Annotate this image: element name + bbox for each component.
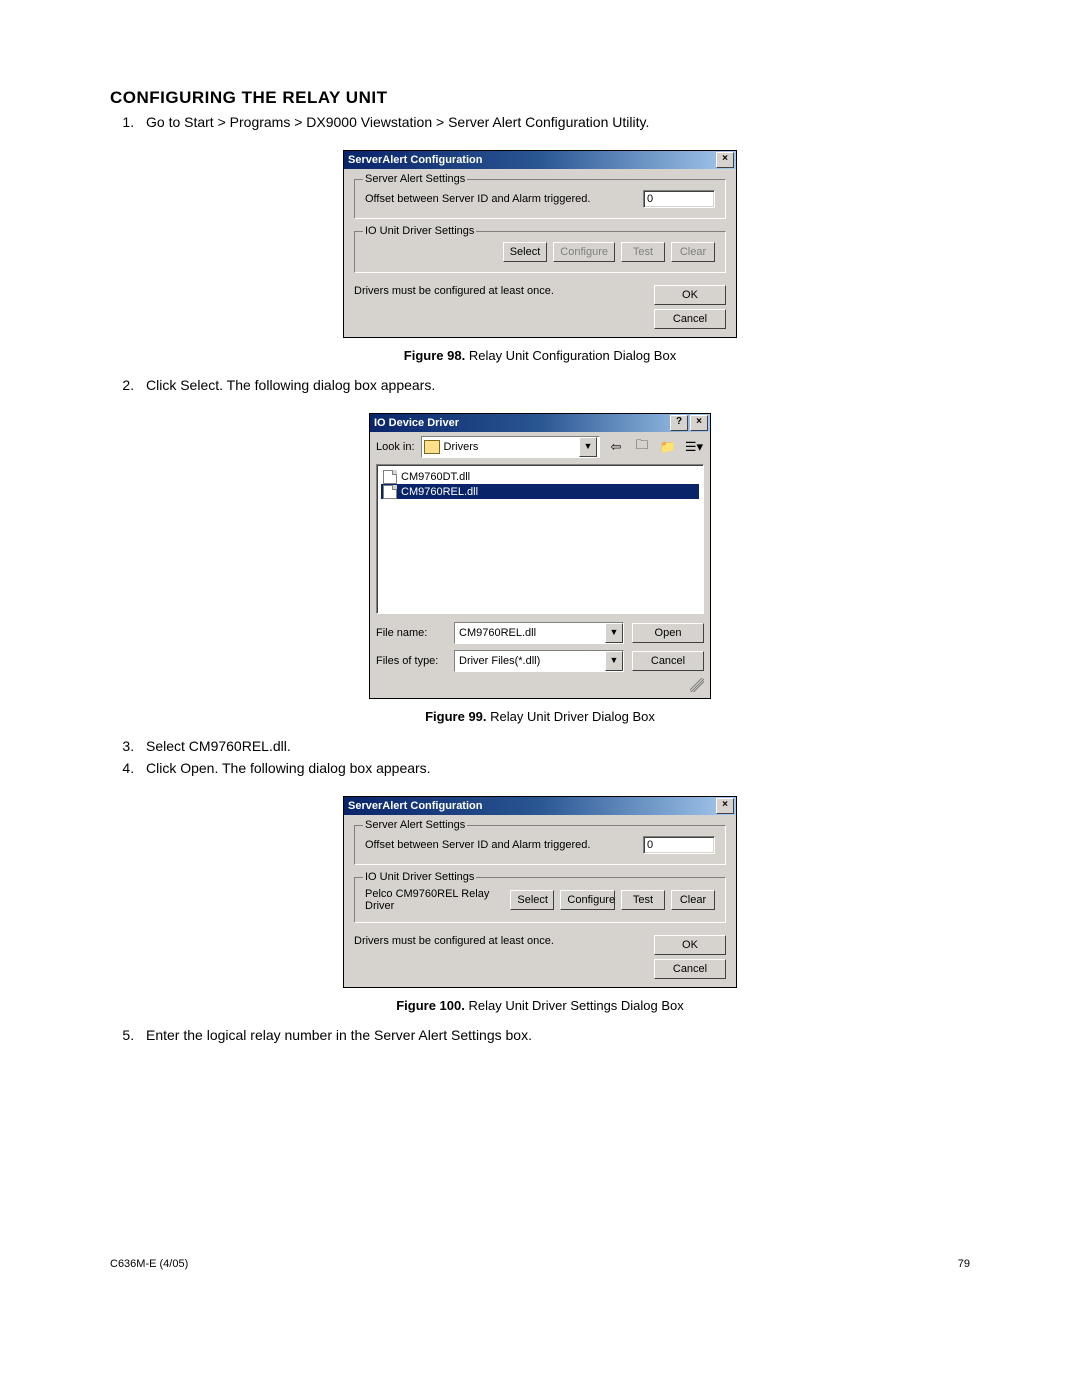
file-name: CM9760REL.dll	[401, 486, 478, 498]
chevron-down-icon[interactable]: ▼	[579, 437, 597, 457]
figure-label: Figure 100.	[396, 998, 465, 1013]
step-list: Select CM9760REL.dll. Click Open. The fo…	[118, 738, 970, 776]
folder-icon	[424, 440, 440, 454]
figure-text: Relay Unit Driver Settings Dialog Box	[468, 998, 683, 1013]
file-icon	[383, 485, 397, 499]
ok-button[interactable]: OK	[654, 285, 726, 305]
server-alert-settings-group: Server Alert Settings Offset between Ser…	[354, 179, 726, 219]
io-driver-settings-group: IO Unit Driver Settings Pelco CM9760REL …	[354, 877, 726, 923]
help-icon[interactable]: ?	[670, 415, 688, 431]
filetype-combo[interactable]: Driver Files(*.dll) ▼	[454, 650, 624, 672]
clear-button[interactable]: Clear	[671, 242, 715, 262]
titlebar: ServerAlert Configuration ×	[344, 797, 736, 815]
offset-label: Offset between Server ID and Alarm trigg…	[365, 839, 590, 851]
test-button[interactable]: Test	[621, 242, 665, 262]
lookin-value: Drivers	[444, 441, 479, 453]
titlebar: IO Device Driver ? ×	[370, 414, 710, 432]
step-2: Click Select. The following dialog box a…	[138, 377, 970, 393]
filetype-value: Driver Files(*.dll)	[455, 655, 605, 667]
up-folder-icon[interactable]: 🗀	[632, 437, 652, 457]
dialog-title: IO Device Driver	[374, 417, 459, 429]
titlebar: ServerAlert Configuration ×	[344, 151, 736, 169]
step-4: Click Open. The following dialog box app…	[138, 760, 970, 776]
configure-button[interactable]: Configure	[553, 242, 615, 262]
filename-label: File name:	[376, 627, 446, 639]
open-button[interactable]: Open	[632, 623, 704, 643]
group-legend: IO Unit Driver Settings	[363, 871, 476, 883]
chevron-down-icon[interactable]: ▼	[605, 623, 623, 643]
step-3: Select CM9760REL.dll.	[138, 738, 970, 754]
figure-100: ServerAlert Configuration × Server Alert…	[110, 796, 970, 1013]
offset-label: Offset between Server ID and Alarm trigg…	[365, 193, 590, 205]
test-button[interactable]: Test	[621, 890, 665, 910]
footer-left: C636M-E (4/05)	[110, 1258, 188, 1270]
filename-input[interactable]: CM9760REL.dll ▼	[454, 622, 624, 644]
io-driver-settings-group: IO Unit Driver Settings Select Configure…	[354, 231, 726, 273]
resize-grip-icon[interactable]	[690, 678, 704, 692]
dialog-title: ServerAlert Configuration	[348, 800, 482, 812]
figure-label: Figure 98.	[404, 348, 465, 363]
group-legend: Server Alert Settings	[363, 819, 467, 831]
io-device-driver-dialog: IO Device Driver ? × Look in: Drivers ▼ …	[369, 413, 711, 699]
close-icon[interactable]: ×	[690, 415, 708, 431]
figure-caption: Figure 100. Relay Unit Driver Settings D…	[110, 998, 970, 1013]
step-list: Go to Start > Programs > DX9000 Viewstat…	[118, 114, 970, 130]
select-button[interactable]: Select	[510, 890, 554, 910]
offset-input[interactable]	[643, 190, 715, 208]
chevron-down-icon[interactable]: ▼	[605, 651, 623, 671]
figure-text: Relay Unit Configuration Dialog Box	[469, 348, 676, 363]
ok-button[interactable]: OK	[654, 935, 726, 955]
file-icon	[383, 470, 397, 484]
file-list[interactable]: CM9760DT.dll CM9760REL.dll	[376, 464, 704, 614]
footer-page-number: 79	[958, 1258, 970, 1270]
dialog-title: ServerAlert Configuration	[348, 154, 482, 166]
figure-98: ServerAlert Configuration × Server Alert…	[110, 150, 970, 363]
section-title: CONFIGURING THE RELAY UNIT	[110, 88, 970, 108]
figure-text: Relay Unit Driver Dialog Box	[490, 709, 655, 724]
step-5: Enter the logical relay number in the Se…	[138, 1027, 970, 1043]
file-name: CM9760DT.dll	[401, 471, 470, 483]
serveralert-config-dialog: ServerAlert Configuration × Server Alert…	[343, 150, 737, 338]
filetype-label: Files of type:	[376, 655, 446, 667]
status-text: Drivers must be configured at least once…	[354, 285, 554, 297]
status-text: Drivers must be configured at least once…	[354, 935, 554, 947]
select-button[interactable]: Select	[503, 242, 548, 262]
offset-input[interactable]	[643, 836, 715, 854]
figure-caption: Figure 98. Relay Unit Configuration Dial…	[110, 348, 970, 363]
step-1: Go to Start > Programs > DX9000 Viewstat…	[138, 114, 970, 130]
server-alert-settings-group: Server Alert Settings Offset between Ser…	[354, 825, 726, 865]
step-list: Click Select. The following dialog box a…	[118, 377, 970, 393]
close-icon[interactable]: ×	[716, 798, 734, 814]
file-item[interactable]: CM9760DT.dll	[381, 469, 699, 484]
close-icon[interactable]: ×	[716, 152, 734, 168]
configure-button[interactable]: Configure	[560, 890, 615, 910]
serveralert-config-dialog-2: ServerAlert Configuration × Server Alert…	[343, 796, 737, 988]
figure-caption: Figure 99. Relay Unit Driver Dialog Box	[110, 709, 970, 724]
cancel-button[interactable]: Cancel	[654, 959, 726, 979]
step-list: Enter the logical relay number in the Se…	[118, 1027, 970, 1043]
driver-name-text: Pelco CM9760REL Relay Driver	[365, 888, 498, 912]
back-icon[interactable]: ⇦	[606, 437, 626, 457]
figure-label: Figure 99.	[425, 709, 486, 724]
view-menu-icon[interactable]: ☰▾	[684, 437, 704, 457]
lookin-combo[interactable]: Drivers ▼	[421, 436, 600, 458]
file-item[interactable]: CM9760REL.dll	[381, 484, 699, 499]
lookin-label: Look in:	[376, 441, 415, 453]
cancel-button[interactable]: Cancel	[632, 651, 704, 671]
clear-button[interactable]: Clear	[671, 890, 715, 910]
filename-value: CM9760REL.dll	[455, 627, 605, 639]
figure-99: IO Device Driver ? × Look in: Drivers ▼ …	[110, 413, 970, 724]
cancel-button[interactable]: Cancel	[654, 309, 726, 329]
new-folder-icon[interactable]: 📁	[658, 437, 678, 457]
group-legend: IO Unit Driver Settings	[363, 225, 476, 237]
page-footer: C636M-E (4/05) 79	[110, 1258, 970, 1270]
group-legend: Server Alert Settings	[363, 173, 467, 185]
